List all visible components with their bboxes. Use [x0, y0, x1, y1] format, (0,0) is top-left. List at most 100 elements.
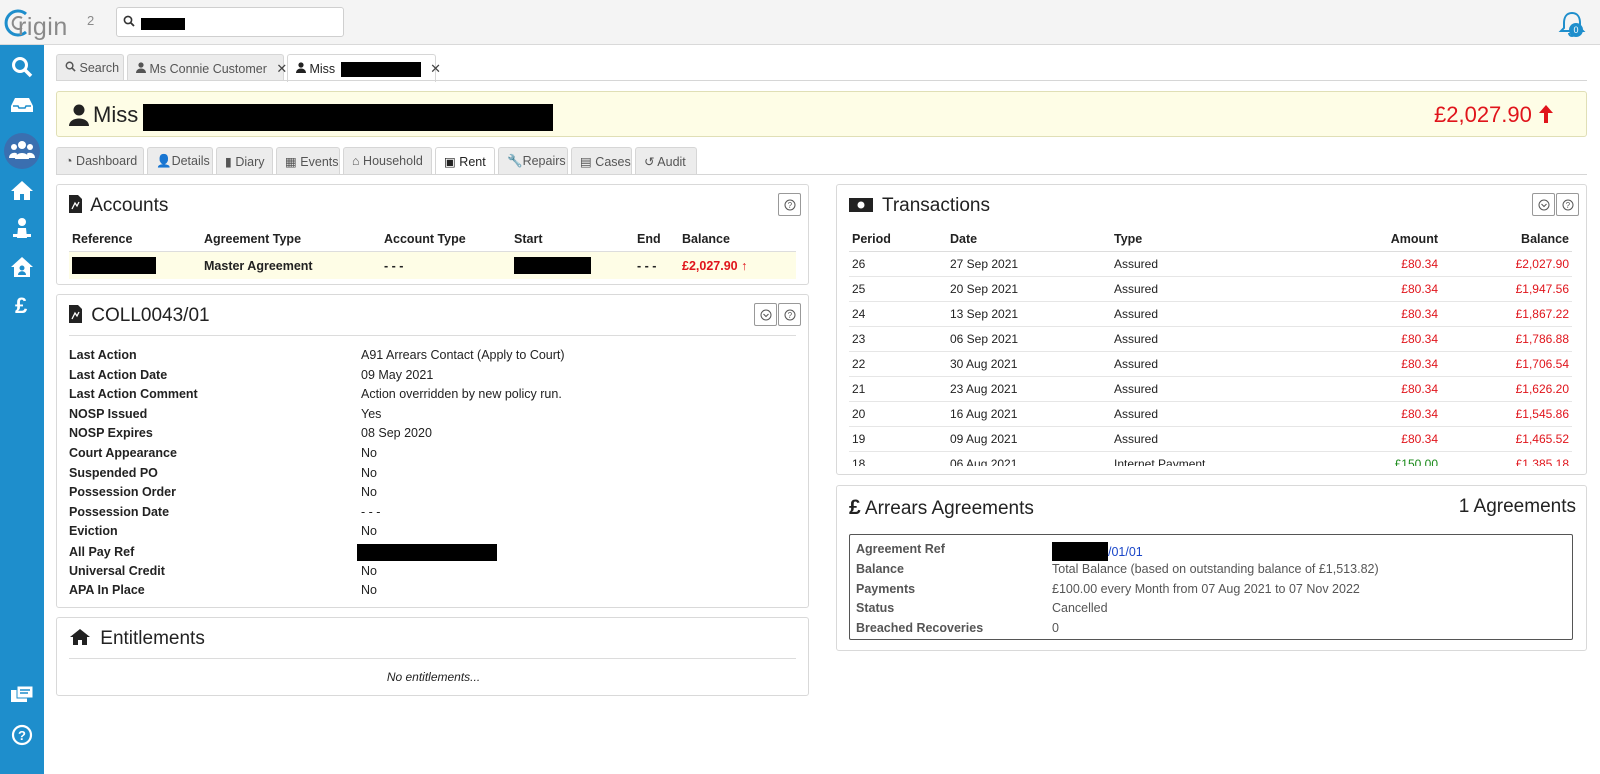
transactions-title: Transactions — [849, 195, 990, 217]
document-icon — [69, 195, 82, 213]
tab-events[interactable]: ▦ Events — [276, 147, 340, 174]
tab-label: Diary — [235, 155, 265, 169]
table-row[interactable]: 20 16 Aug 2021 Assured £80.34 £1,545.86 — [849, 401, 1572, 427]
detail-row-possession-order: Possession Order No — [69, 485, 789, 505]
transactions-scroll-area[interactable]: Transactions Period Date Type Amount Bal… — [837, 185, 1588, 466]
redacted-name — [340, 62, 421, 78]
column-header: Reference — [69, 227, 201, 252]
detail-label: NOSP Issued — [69, 406, 148, 421]
chevron-down-icon — [1538, 199, 1549, 210]
nav-household[interactable] — [0, 248, 44, 286]
svg-text:?: ? — [1565, 201, 1570, 210]
pound-icon: £ — [15, 294, 28, 316]
panel-title-text: Accounts — [90, 195, 169, 216]
detail-label: Court Appearance — [69, 445, 177, 460]
accounts-panel: Accounts ? Reference Agreement Type Acco… — [56, 184, 809, 285]
help-button[interactable]: ? — [778, 193, 801, 216]
table-row[interactable]: 22 30 Aug 2021 Assured £80.34 £1,706.54 — [849, 351, 1572, 377]
date-cell: 09 Aug 2021 — [947, 426, 1111, 452]
collapse-button[interactable] — [754, 303, 777, 326]
user-icon — [69, 104, 89, 126]
balance-value: £2,027.90 — [1434, 102, 1532, 127]
origin-logo[interactable]: rigin 2 — [4, 6, 96, 41]
period-cell: 23 — [849, 326, 947, 352]
column-header: Amount — [1301, 227, 1441, 252]
agreement-label: Breached Recoveries — [856, 621, 984, 635]
column-header: Date — [947, 227, 1111, 252]
tab-customer-miss[interactable]: Miss ✕ — [287, 54, 441, 82]
help-icon: ? — [11, 724, 33, 746]
collection-title: COLL0043/01 — [69, 305, 210, 327]
agreement-value: Total Balance (based on outstanding bala… — [1052, 562, 1379, 576]
detail-label: Universal Credit — [69, 563, 165, 578]
help-button[interactable]: ? — [1556, 193, 1579, 216]
nav-messages[interactable] — [0, 676, 44, 714]
nav-rent[interactable]: £ — [0, 286, 44, 324]
table-row[interactable]: 26 27 Sep 2021 Assured £80.34 £2,027.90 — [849, 251, 1572, 277]
redacted-search-text — [141, 18, 185, 30]
balance-cell: £2,027.90 — [1441, 251, 1572, 277]
tab-label: Audit — [657, 155, 686, 169]
tab-audit[interactable]: ↺ Audit — [635, 147, 697, 174]
nav-help[interactable]: ? — [0, 716, 44, 754]
nav-customers[interactable] — [0, 131, 44, 169]
top-bar: rigin 2 0 — [0, 0, 1600, 45]
amount-cell: £80.34 — [1301, 376, 1441, 402]
agreement-ref-link[interactable]: /01/01 — [1052, 542, 1143, 561]
account-type-cell: - - - — [381, 251, 511, 279]
panel-title-text: Entitlements — [100, 628, 205, 649]
amount-cell: £80.34 — [1301, 276, 1441, 302]
tab-label: Miss — [309, 62, 336, 76]
detail-label: Last Action Date — [69, 367, 168, 382]
help-button[interactable]: ? — [778, 303, 801, 326]
type-cell: Assured — [1111, 326, 1301, 352]
table-row[interactable]: 18 06 Aug 2021 Internet Payment £150.00 £1,3… — [849, 451, 1572, 466]
detail-label: Eviction — [69, 524, 118, 539]
tab-rent[interactable]: ▣ Rent — [435, 147, 495, 175]
detail-label: All Pay Ref — [69, 544, 135, 559]
type-cell: Assured — [1111, 376, 1301, 402]
balance-cell: £1,545.86 — [1441, 401, 1572, 427]
detail-value: No — [361, 583, 377, 598]
nav-search[interactable] — [0, 48, 44, 86]
tab-customer-connie[interactable]: Ms Connie Customer ✕ — [127, 54, 287, 81]
close-icon[interactable]: ✕ — [430, 61, 441, 76]
date-cell: 30 Aug 2021 — [947, 351, 1111, 377]
customer-header: Miss £2,027.90 — [56, 91, 1587, 137]
detail-value: No — [361, 485, 377, 500]
table-row[interactable]: 21 23 Aug 2021 Assured £80.34 £1,626.20 — [849, 376, 1572, 402]
table-row[interactable]: 19 09 Aug 2021 Assured £80.34 £1,465.52 — [849, 426, 1572, 452]
table-row[interactable]: 24 13 Sep 2021 Assured £80.34 £1,867.22 — [849, 301, 1572, 327]
home-icon — [11, 181, 33, 200]
tab-repairs[interactable]: 🔧Repairs — [498, 147, 568, 174]
table-row[interactable]: 25 20 Sep 2021 Assured £80.34 £1,947.56 — [849, 276, 1572, 302]
balance-cell: £2,027.90 ↑ — [679, 251, 796, 279]
table-row[interactable]: Master Agreement - - - - - - £2,027.90 ↑ — [69, 251, 796, 279]
divider — [56, 80, 1587, 81]
nav-inbox[interactable] — [0, 86, 44, 124]
tab-details[interactable]: 👤Details — [147, 147, 213, 174]
wrench-icon: 🔧 — [507, 154, 523, 168]
period-cell: 18 — [849, 451, 947, 466]
end-cell: - - - — [634, 251, 679, 279]
detail-row-universal-credit: Universal Credit No — [69, 564, 789, 584]
tab-household[interactable]: ⌂ Household — [343, 147, 432, 174]
tab-label: Repairs — [522, 154, 566, 168]
tab-cases[interactable]: ▤ Cases — [571, 147, 632, 174]
table-row[interactable]: 23 06 Sep 2021 Assured £80.34 £1,786.88 — [849, 326, 1572, 352]
accounts-title: Accounts — [69, 195, 168, 217]
close-icon[interactable]: ✕ — [276, 61, 287, 76]
help-icon: ? — [784, 199, 795, 210]
nav-contractors[interactable] — [0, 209, 44, 247]
collapse-button[interactable] — [1532, 193, 1555, 216]
balance-cell: £1,706.54 — [1441, 351, 1572, 377]
period-cell: 26 — [849, 251, 947, 277]
tab-dashboard[interactable]: ◔ Dashboard — [56, 147, 144, 174]
global-search[interactable] — [116, 7, 344, 37]
detail-row-last-action-comment: Last Action Comment Action overridden by … — [69, 387, 789, 407]
tab-label: Search — [79, 61, 120, 75]
tab-diary[interactable]: ▮ Diary — [216, 147, 273, 174]
nav-properties[interactable] — [0, 171, 44, 209]
book-icon: ▮ — [225, 155, 232, 169]
tab-search[interactable]: Search — [56, 54, 124, 81]
